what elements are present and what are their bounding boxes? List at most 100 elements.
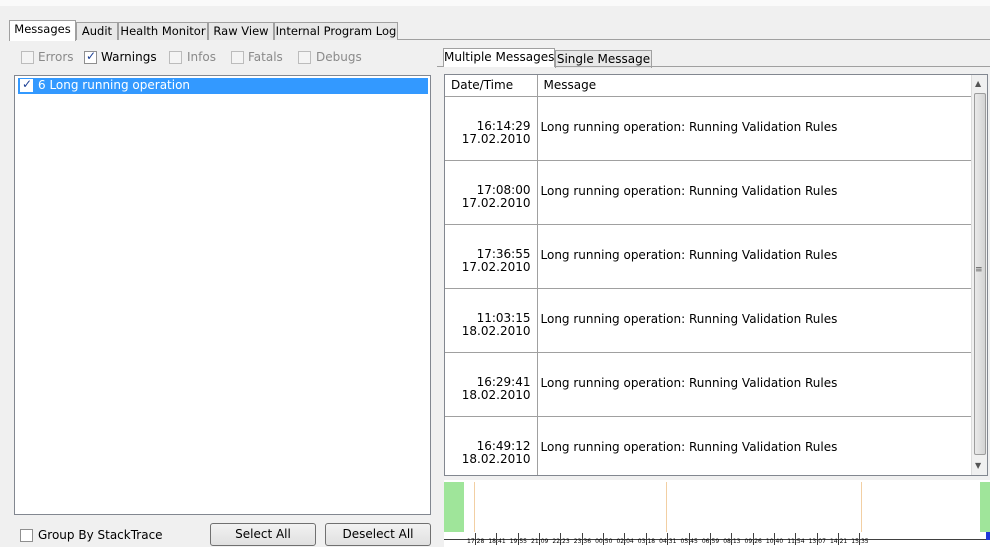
table-row[interactable]: 16:14:29 17.02.2010 Long running operation… [445,96,972,161]
tab-label: Health Monitor [120,24,206,38]
errors-label: Errors [38,50,74,64]
fatals-checkbox[interactable] [231,51,244,64]
column-header-datetime[interactable]: Date/Time [445,75,538,97]
message-timeline[interactable]: 17:28 18:41 19:55 21:09 22:23 23:36 00:50 02:04… [444,480,990,547]
window-top-strip [0,0,990,6]
list-item-label: 6 Long running operation [38,78,191,92]
scroll-grip-icon: ≡ [975,265,983,275]
main-tab-bar: Messages Audit Health Monitor Raw View I… [9,20,990,41]
list-item-checkbox[interactable] [20,77,33,92]
tab-label: Raw View [213,24,269,38]
message-cell: Long running operation: Running Validati… [537,288,972,353]
date-text: 17.02.2010 [461,259,531,274]
timeline-cursor[interactable] [986,532,990,540]
date-text: 18.02.2010 [461,387,531,402]
timeline-tick-label: 19:55 [509,538,527,545]
message-cell: Long running operation: Running Validati… [537,160,972,225]
scroll-up-icon[interactable]: ▲ [975,79,981,88]
date-text: 17.02.2010 [461,195,531,210]
message-cell: Long running operation: Running Validati… [537,96,972,161]
date-text: 18.02.2010 [461,323,531,338]
timeline-tick-label: 17:28 [467,538,485,545]
message-cell: Long running operation: Running Validati… [537,352,972,417]
time-text: 16:29:41 [476,374,531,389]
infos-checkbox[interactable] [169,51,182,64]
column-header-message[interactable]: Message [537,75,972,97]
group-by-stacktrace-label: Group By StackTrace [38,528,163,542]
timeline-activity-end [980,482,990,532]
warnings-checkbox[interactable] [84,49,97,64]
tab-internal-program-log[interactable]: Internal Program Log [274,22,398,40]
tab-audit[interactable]: Audit [76,22,118,40]
time-text: 17:36:55 [476,246,531,261]
timeline-tick-label: 22:23 [552,538,570,545]
date-text: 18.02.2010 [461,451,531,466]
timeline-tick-label: 13:07 [808,538,826,545]
timeline-tick-label: 11:54 [787,538,805,545]
timeline-activity-start [444,482,464,532]
tab-health-monitor[interactable]: Health Monitor [118,22,208,40]
timeline-tick-label: 06:59 [701,538,720,545]
datetime-cell: 16:49:12 18.02.2010 [445,416,538,475]
datetime-cell: 11:03:15 18.02.2010 [445,288,538,353]
time-text: 16:49:12 [476,438,531,453]
deselect-all-button[interactable]: Deselect All [325,523,431,546]
time-text: 11:03:15 [476,310,531,325]
timeline-tick-label: 00:50 [595,538,613,545]
message-cell: Long running operation: Running Validati… [537,416,972,475]
table-row[interactable]: 16:49:12 18.02.2010 Long running operation… [445,416,972,475]
message-group-list[interactable]: 6 Long running operation [14,75,431,515]
deselect-all-label: Deselect All [342,527,414,541]
timeline-marker [666,482,667,532]
warnings-label: Warnings [101,50,157,64]
debugs-label: Debugs [316,50,362,64]
tab-label: Internal Program Log [275,24,397,38]
tab-label: Multiple Messages [444,50,555,64]
timeline-tick-label: 05:45 [680,538,698,545]
timeline-tick-label: 15:35 [851,538,869,545]
table-row[interactable]: 16:29:41 18.02.2010 Long running operation… [445,352,972,417]
timeline-tick-label: 09:26 [744,538,762,545]
table-row[interactable]: 17:08:00 17.02.2010 Long running operation… [445,160,972,225]
table-row[interactable]: 11:03:15 18.02.2010 Long running operation… [445,288,972,353]
timeline-tick-label: 03:18 [637,538,656,545]
message-cell: Long running operation: Running Validati… [537,224,972,289]
errors-checkbox[interactable] [21,51,34,64]
list-item[interactable]: 6 Long running operation [18,77,428,94]
select-all-button[interactable]: Select All [210,523,316,546]
timeline-tick-label: 18:41 [488,538,506,545]
debugs-checkbox[interactable] [298,51,311,64]
grid-vertical-scrollbar[interactable]: ▲ ≡ ▼ [971,75,987,475]
scroll-down-icon[interactable]: ▼ [975,461,981,470]
infos-label: Infos [187,50,216,64]
table-header-row: Date/Time Message [445,75,972,97]
tab-label: Audit [81,24,113,38]
tab-label: Single Message [556,52,651,66]
timeline-tick-label: 10:40 [765,538,784,545]
timeline-marker [474,482,475,532]
tab-multiple-messages[interactable]: Multiple Messages [443,48,555,67]
messages-grid[interactable]: Date/Time Message 16:14:29 17.02.2010 Long… [444,74,988,476]
select-all-label: Select All [235,527,291,541]
date-text: 17.02.2010 [461,131,531,146]
datetime-cell: 16:14:29 17.02.2010 [445,96,538,161]
timeline-tick-label: 14:21 [829,538,848,545]
tab-raw-view[interactable]: Raw View [208,22,274,40]
timeline-tick-label: 21:09 [531,538,549,545]
tab-messages[interactable]: Messages [9,20,76,41]
time-text: 17:08:00 [476,182,531,197]
group-by-stacktrace-checkbox[interactable] [20,529,33,542]
timeline-marker [861,482,862,532]
datetime-cell: 17:36:55 17.02.2010 [445,224,538,289]
tab-label: Messages [14,22,71,36]
fatals-label: Fatals [248,50,283,64]
datetime-cell: 16:29:41 18.02.2010 [445,352,538,417]
timeline-tick-label: 08:13 [723,538,741,545]
datetime-cell: 17:08:00 17.02.2010 [445,160,538,225]
table-row[interactable]: 17:36:55 17.02.2010 Long running operation… [445,224,972,289]
timeline-tick-label: 04:31 [659,538,677,545]
timeline-tick-label: 02:04 [616,538,634,545]
time-text: 16:14:29 [476,118,531,133]
timeline-tick-label: 23:36 [573,538,592,545]
messages-table: Date/Time Message 16:14:29 17.02.2010 Long… [445,75,972,475]
